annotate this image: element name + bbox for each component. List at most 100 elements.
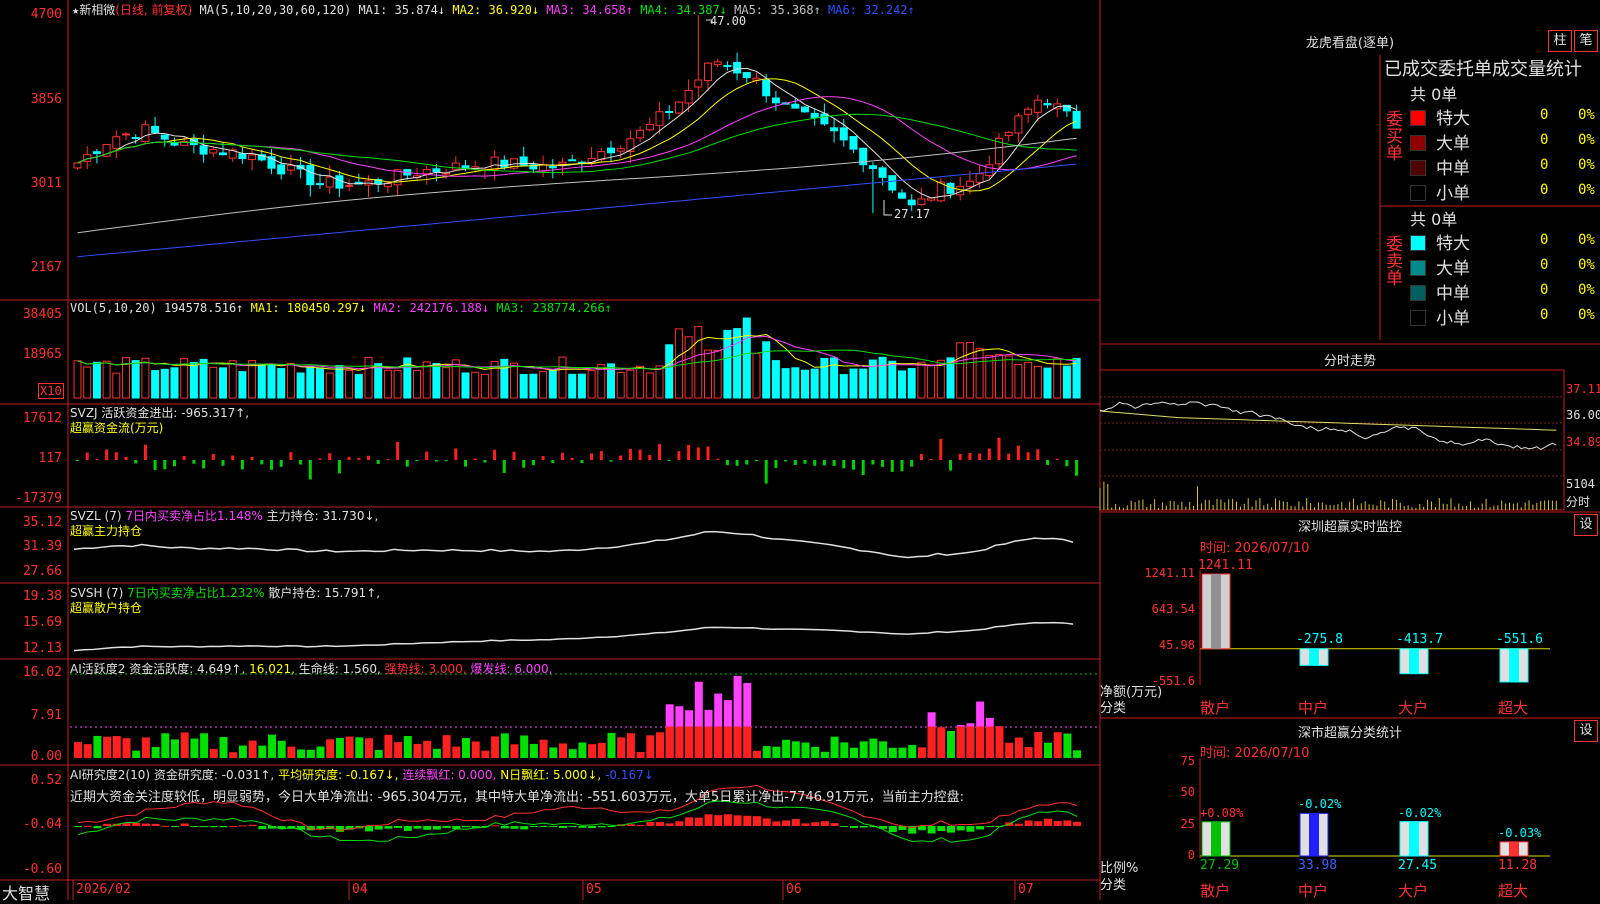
vol-label: VOL(5,10,20) bbox=[70, 301, 157, 315]
vol-bar-85 bbox=[898, 370, 906, 399]
flow-bar-100 bbox=[1046, 460, 1049, 465]
vol-bar-1 bbox=[83, 366, 92, 399]
ai2-bar-43 bbox=[491, 825, 500, 827]
intraday-price-1: 36.00 bbox=[1566, 408, 1600, 422]
flow-bar-101 bbox=[1055, 458, 1059, 460]
flow-bar-1 bbox=[85, 452, 89, 460]
flow-bar-56 bbox=[619, 455, 623, 460]
axis-tick-4-0: 16.02 bbox=[22, 665, 62, 680]
flow-bar-34 bbox=[405, 460, 409, 467]
candle-51 bbox=[568, 159, 577, 162]
flow-bar-87 bbox=[919, 453, 923, 460]
vol-bar-59 bbox=[645, 372, 654, 399]
ai2-bar-91 bbox=[956, 826, 965, 831]
sz-ytick-3: -551.6 bbox=[1151, 674, 1195, 688]
vol-value-3: MA2: 242176.188↓ bbox=[366, 301, 490, 315]
flow-bar-2 bbox=[95, 459, 99, 460]
ai1-bar-23 bbox=[297, 749, 306, 758]
ai2-bar-64 bbox=[694, 817, 703, 826]
vol-bar-40 bbox=[461, 372, 470, 399]
flow-bar-25 bbox=[318, 458, 322, 460]
candle-39 bbox=[451, 162, 460, 171]
ai1-header: AI活跃度2 资金活跃度: 4.649↑, 16.021, 生命线: 1.560… bbox=[70, 660, 553, 677]
ai1-bar-52 bbox=[578, 742, 587, 758]
ai1-bar-16 bbox=[229, 752, 238, 758]
vol-bar-92 bbox=[965, 341, 974, 399]
vol-bar-14 bbox=[209, 366, 218, 399]
flow-bar-44 bbox=[502, 460, 506, 473]
vol-bar-23 bbox=[296, 372, 305, 399]
date-tick-1: 04 bbox=[352, 882, 368, 897]
vol-bar-22 bbox=[286, 363, 295, 399]
ai2-bar-98 bbox=[1024, 820, 1033, 826]
ai2-bar-71 bbox=[762, 818, 771, 826]
candle-40 bbox=[461, 165, 470, 169]
candle-67 bbox=[723, 64, 732, 67]
vol-bar-83 bbox=[878, 356, 887, 399]
flow-bar-97 bbox=[1016, 445, 1020, 460]
flow-bar-63 bbox=[687, 444, 691, 460]
price-tick-3: 2167 bbox=[30, 260, 62, 275]
flow-bar-36 bbox=[425, 451, 429, 460]
ai1-base-67 bbox=[723, 726, 732, 758]
candle-17 bbox=[238, 153, 247, 160]
svzl-name: SVZL (7) bbox=[70, 509, 122, 523]
ai2-bar-61 bbox=[665, 823, 674, 826]
ai1-bar-87 bbox=[917, 747, 926, 758]
tab-bar[interactable]: 柱 bbox=[1548, 30, 1572, 52]
sz-class-settings-button[interactable]: 设 bbox=[1574, 720, 1598, 742]
sz-monitor-time: 时间: 2026/07/10 bbox=[1200, 541, 1310, 556]
ai2-bar-15 bbox=[219, 826, 228, 828]
sell-row-pct-2: 0% bbox=[1578, 282, 1595, 298]
vol-bar-21 bbox=[277, 368, 286, 399]
ai2-bar-16 bbox=[229, 825, 238, 827]
intraday-vol: 5104 bbox=[1566, 477, 1595, 491]
candle-100 bbox=[1043, 103, 1052, 106]
kline-chart[interactable] bbox=[0, 0, 1600, 900]
vol-bar-24 bbox=[306, 366, 315, 399]
ai2-bar-52 bbox=[578, 826, 587, 828]
ai1-bar-101 bbox=[1053, 732, 1062, 758]
ma-line-2 bbox=[77, 78, 1077, 192]
flow-bar-80 bbox=[852, 460, 855, 470]
ai1-base-94 bbox=[985, 726, 994, 758]
buy-row-pct-3: 0% bbox=[1578, 182, 1595, 198]
vol-bar-25 bbox=[316, 367, 324, 399]
stock-name[interactable]: 新相微 bbox=[79, 3, 115, 17]
ai1-base-63 bbox=[685, 726, 694, 758]
vol-bar-4 bbox=[112, 372, 121, 399]
ai1-burst: 爆发线: 6.000, bbox=[470, 662, 553, 676]
flow-bar-61 bbox=[667, 460, 671, 461]
ai1-bar-24 bbox=[306, 749, 315, 758]
vol-unit: X10 bbox=[38, 383, 64, 399]
candle-43 bbox=[490, 156, 499, 171]
ai2-bar-93 bbox=[976, 826, 985, 830]
ai2-bar-51 bbox=[568, 826, 577, 827]
tab-stroke[interactable]: 笔 bbox=[1574, 30, 1598, 52]
sz-bar-label-0: 1241.11 bbox=[1198, 558, 1253, 573]
svzl-holding: 主力持仓: 31.730↓, bbox=[266, 509, 379, 523]
ma-value-3: MA3: 34.658↑ bbox=[539, 3, 633, 17]
vol-bar-79 bbox=[839, 374, 848, 399]
ai1-base-91 bbox=[956, 726, 965, 758]
sz-monitor-settings-button[interactable]: 设 bbox=[1574, 514, 1598, 536]
ai2-bar-35 bbox=[413, 826, 422, 829]
vol-bar-27 bbox=[335, 364, 344, 399]
ai2-bar-73 bbox=[782, 820, 791, 826]
buy-row-pct-2: 0% bbox=[1578, 157, 1595, 173]
candle-18 bbox=[248, 154, 257, 161]
candle-84 bbox=[888, 175, 897, 191]
ai1-bar-28 bbox=[345, 736, 354, 758]
vol-bar-28 bbox=[345, 369, 354, 399]
flow-bar-62 bbox=[677, 451, 681, 460]
flow-bar-90 bbox=[949, 460, 952, 471]
sell-row-swatch-1 bbox=[1410, 260, 1426, 276]
flow-bar-20 bbox=[270, 460, 273, 470]
ai1-bar-71 bbox=[762, 746, 771, 758]
candle-58 bbox=[636, 129, 645, 139]
sz-class-title: 深市超赢分类统计 bbox=[1297, 726, 1402, 741]
candle-4 bbox=[112, 136, 121, 149]
flow-bar-53 bbox=[590, 453, 594, 460]
vol-bar-96 bbox=[1004, 355, 1013, 399]
sell-row-pct-1: 0% bbox=[1578, 257, 1595, 273]
